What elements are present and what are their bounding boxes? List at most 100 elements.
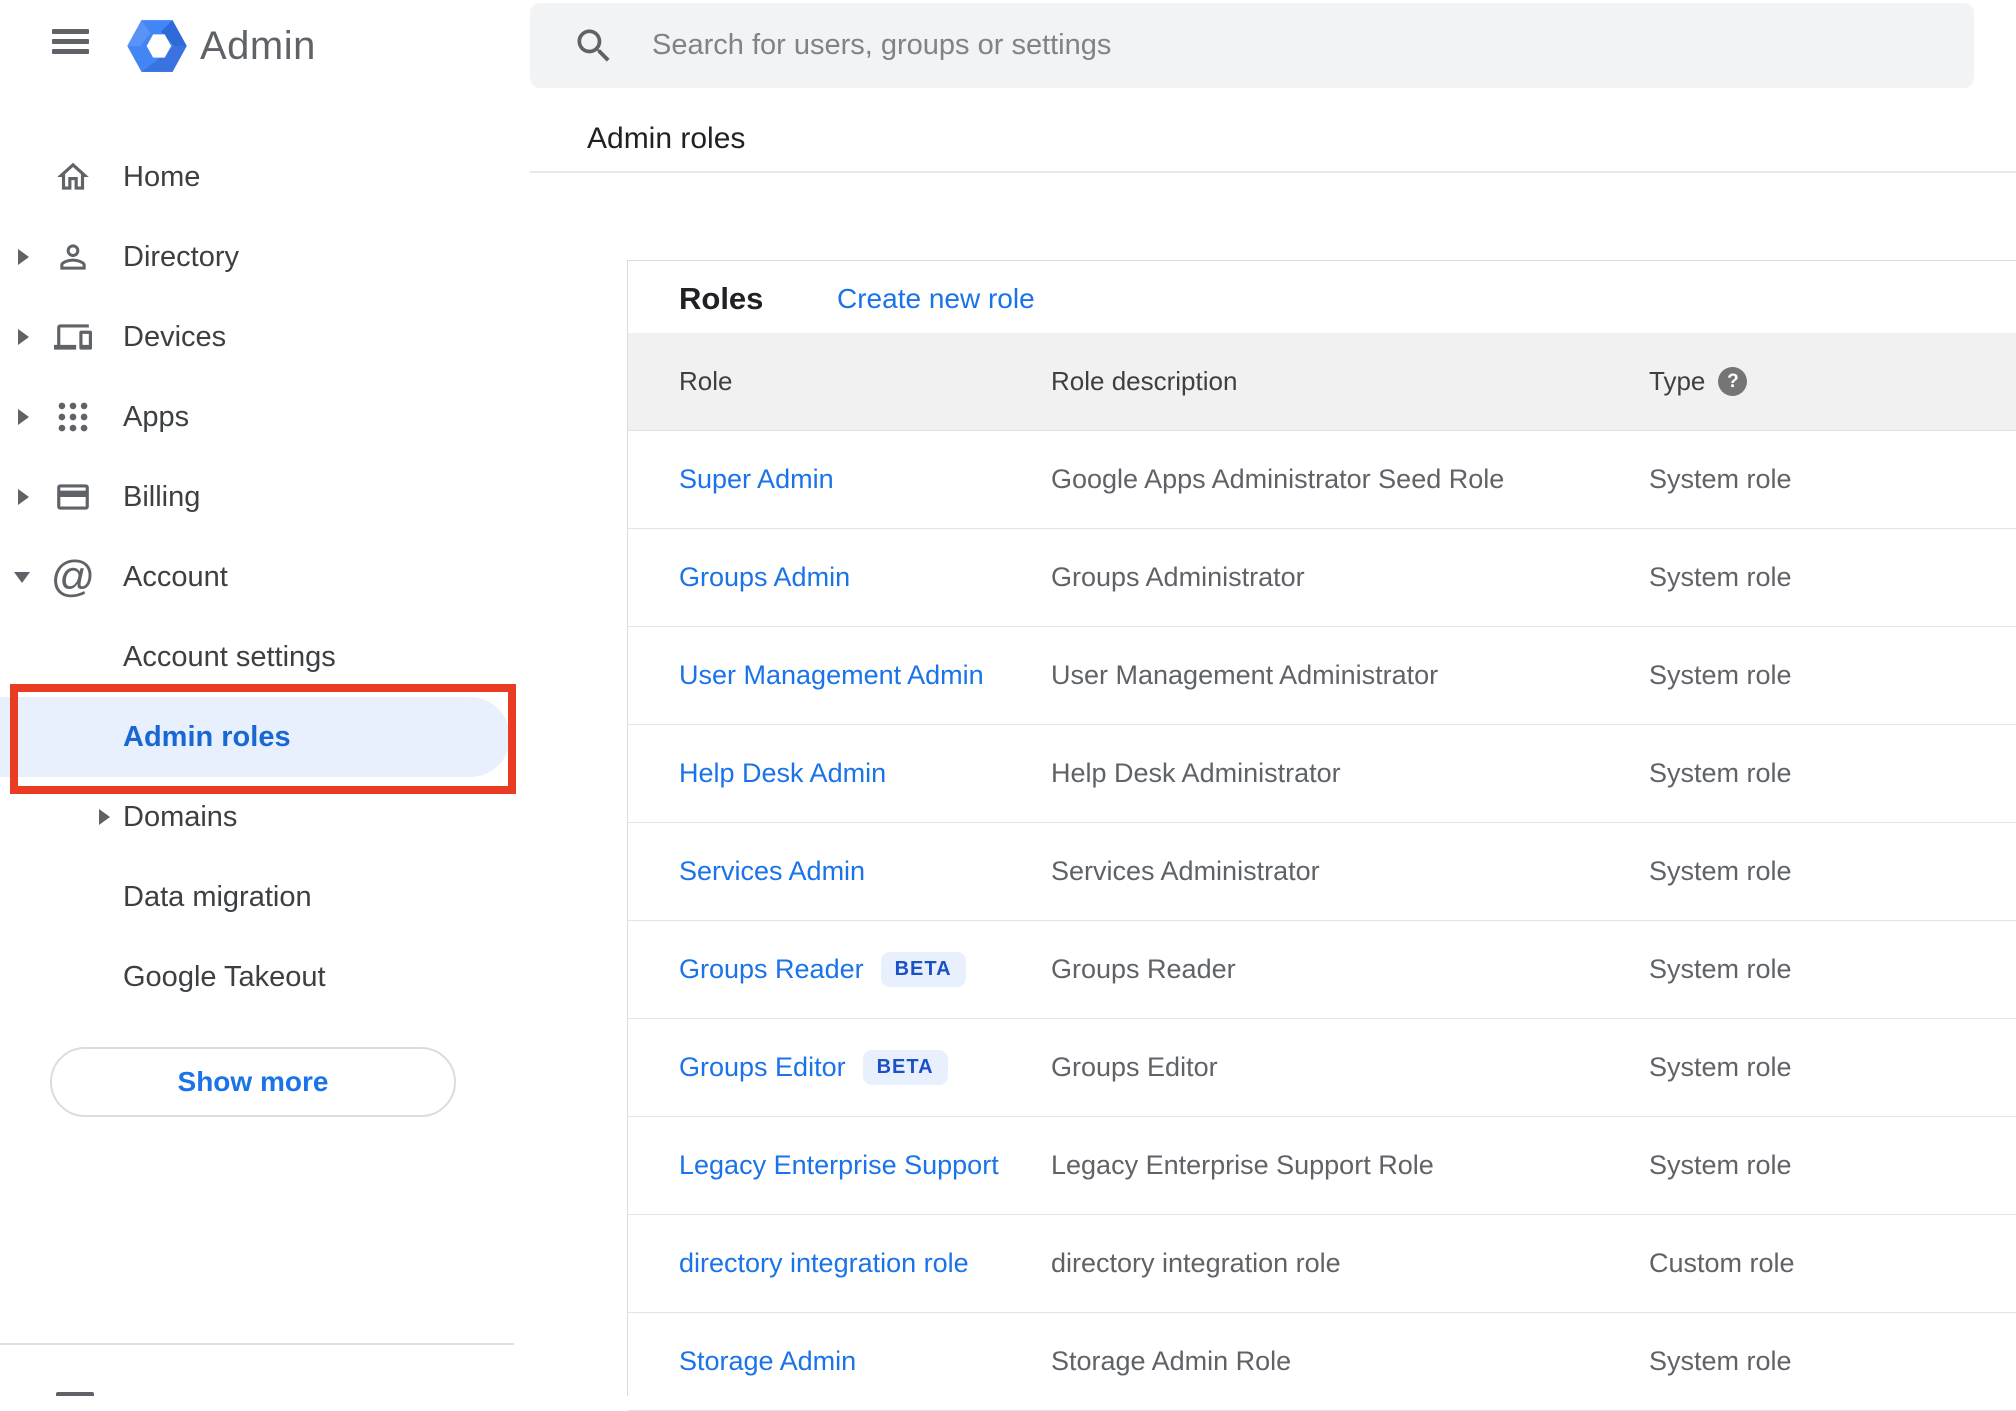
role-description: Services Administrator: [1051, 856, 1320, 886]
sidebar-item-home[interactable]: Home: [0, 137, 514, 217]
chevron-right-icon[interactable]: [18, 409, 29, 425]
sidebar-item-label: Account: [123, 560, 228, 593]
role-type: System role: [1649, 1346, 1792, 1376]
column-header-type-label: Type: [1649, 366, 1706, 396]
table-row: Legacy Enterprise Support Legacy Enterpri…: [628, 1117, 2016, 1215]
role-link[interactable]: Legacy Enterprise Support: [679, 1150, 999, 1181]
role-description: Groups Reader: [1051, 954, 1236, 984]
column-header-type: Type ?: [1649, 333, 1748, 430]
sidebar-item-devices[interactable]: Devices: [0, 297, 514, 377]
breadcrumb-divider: [530, 171, 2016, 173]
table-row: Groups Reader BETA Groups Reader System rol…: [628, 921, 2016, 1019]
role-type: System role: [1649, 562, 1792, 592]
table-row: Help Desk Admin Help Desk Administrator Sy…: [628, 725, 2016, 823]
column-header-role: Role: [679, 366, 733, 396]
role-link[interactable]: Super Admin: [679, 464, 834, 495]
sidebar-item-label: Apps: [123, 400, 190, 433]
column-header-role-description: Role description: [1051, 366, 1238, 396]
role-cell: Help Desk Admin: [679, 725, 886, 822]
admin-logo-icon: [127, 20, 187, 72]
search-icon: [577, 29, 610, 62]
sidebar-item-billing[interactable]: Billing: [0, 457, 514, 537]
table-row: User Management Admin User Management Adm…: [628, 627, 2016, 725]
role-link[interactable]: Groups Admin: [679, 562, 850, 593]
beta-badge: BETA: [862, 1050, 948, 1085]
sidebar-item-label: Admin roles: [123, 720, 291, 753]
roles-table-body: Super Admin Google Apps Administrator See…: [628, 431, 2016, 1411]
sidebar-item-account-settings[interactable]: Account settings: [0, 617, 514, 697]
help-icon[interactable]: ?: [1718, 367, 1748, 396]
role-description: Groups Editor: [1051, 1052, 1218, 1082]
search-bar[interactable]: [530, 3, 1974, 88]
role-description: Google Apps Administrator Seed Role: [1051, 464, 1505, 494]
roles-title: Roles: [679, 281, 764, 316]
role-cell: User Management Admin: [679, 627, 984, 724]
role-type: Custom role: [1649, 1248, 1795, 1278]
role-cell: Groups Admin: [679, 529, 850, 626]
sidebar-item-label: Billing: [123, 480, 201, 513]
role-link[interactable]: User Management Admin: [679, 660, 984, 691]
show-more-button[interactable]: Show more: [50, 1047, 456, 1117]
sidebar-item-directory[interactable]: Directory: [0, 217, 514, 297]
chevron-right-icon[interactable]: [18, 249, 29, 265]
sidebar-item-apps[interactable]: Apps: [0, 377, 514, 457]
credit-card-icon: [53, 477, 93, 517]
sidebar-item-domains[interactable]: Domains: [0, 777, 514, 857]
role-type: System role: [1649, 660, 1792, 690]
sidebar-item-label: Account settings: [123, 640, 336, 673]
roles-card-header: Roles Create new role: [628, 261, 2016, 333]
chevron-right-icon[interactable]: [18, 489, 29, 505]
partial-clipped-icon: [56, 1392, 94, 1396]
create-new-role-link[interactable]: Create new role: [837, 283, 1035, 315]
role-cell: Groups Editor BETA: [679, 1019, 948, 1116]
home-icon: [53, 157, 93, 197]
sidebar-bottom-divider: [0, 1343, 514, 1345]
chevron-down-icon[interactable]: [14, 571, 30, 583]
sidebar-item-google-takeout[interactable]: Google Takeout: [0, 937, 514, 1017]
chevron-right-icon[interactable]: [99, 809, 110, 825]
sidebar-nav: Home Directory Devices Apps Billing @ Account A…: [0, 137, 514, 1017]
role-description: Help Desk Administrator: [1051, 758, 1341, 788]
devices-icon: [53, 317, 93, 357]
role-link[interactable]: Storage Admin: [679, 1346, 856, 1377]
app-title: Admin: [200, 24, 316, 68]
breadcrumb: Admin roles: [587, 122, 746, 155]
role-link[interactable]: Services Admin: [679, 856, 865, 887]
role-type: System role: [1649, 856, 1792, 886]
role-description: Groups Administrator: [1051, 562, 1305, 592]
role-link[interactable]: directory integration role: [679, 1248, 969, 1279]
table-row: Services Admin Services Administrator Syst…: [628, 823, 2016, 921]
sidebar-item-account[interactable]: @ Account: [0, 537, 514, 617]
role-link[interactable]: Groups Editor: [679, 1052, 846, 1083]
search-input[interactable]: [650, 28, 1974, 63]
beta-badge: BETA: [880, 952, 966, 987]
role-cell: Groups Reader BETA: [679, 921, 966, 1018]
role-cell: Storage Admin: [679, 1313, 856, 1410]
table-row: Storage Admin Storage Admin Role System ro…: [628, 1313, 2016, 1411]
sidebar-item-admin-roles[interactable]: Admin roles: [0, 697, 510, 777]
roles-card: Roles Create new role Role Role descript…: [627, 260, 2016, 1411]
role-link[interactable]: Help Desk Admin: [679, 758, 886, 789]
hamburger-menu-icon[interactable]: [52, 29, 89, 54]
roles-table-header: Role Role description Type ?: [628, 333, 2016, 431]
sidebar-item-label: Domains: [123, 800, 238, 833]
role-cell: directory integration role: [679, 1215, 969, 1312]
table-row: directory integration role directory inte…: [628, 1215, 2016, 1313]
role-description: directory integration role: [1051, 1248, 1341, 1278]
sidebar-item-label: Directory: [123, 240, 240, 273]
table-row: Groups Admin Groups Administrator System r…: [628, 529, 2016, 627]
sidebar-item-label: Devices: [123, 320, 227, 353]
person-icon: [53, 237, 93, 277]
role-type: System role: [1649, 464, 1792, 494]
table-row: Groups Editor BETA Groups Editor System rol…: [628, 1019, 2016, 1117]
sidebar-item-label: Data migration: [123, 880, 312, 913]
apps-grid-icon: [53, 397, 93, 437]
role-type: System role: [1649, 1052, 1792, 1082]
table-row: Super Admin Google Apps Administrator See…: [628, 431, 2016, 529]
sidebar-item-label: Google Takeout: [123, 960, 326, 993]
role-link[interactable]: Groups Reader: [679, 954, 864, 985]
chevron-right-icon[interactable]: [18, 329, 29, 345]
role-type: System role: [1649, 758, 1792, 788]
role-type: System role: [1649, 1150, 1792, 1180]
sidebar-item-data-migration[interactable]: Data migration: [0, 857, 514, 937]
